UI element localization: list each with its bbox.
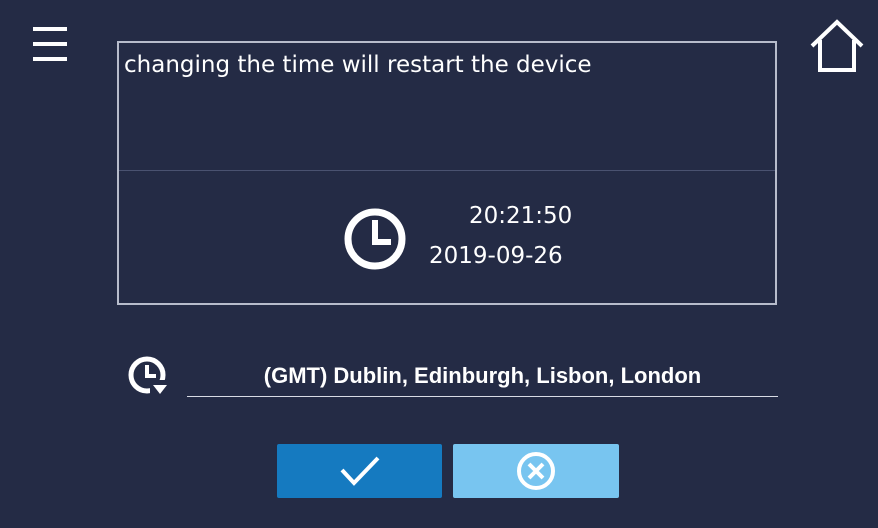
cancel-button[interactable] <box>453 444 619 498</box>
hamburger-menu-icon[interactable] <box>30 24 70 66</box>
confirm-button[interactable] <box>277 444 442 498</box>
current-time[interactable]: 20:21:50 <box>469 202 572 230</box>
timezone-clock-dropdown-icon[interactable] <box>126 354 172 400</box>
clock-icon <box>341 205 409 273</box>
time-info-panel: changing the time will restart the devic… <box>117 41 777 305</box>
timezone-select[interactable]: (GMT) Dublin, Edinburgh, Lisbon, London <box>187 356 778 397</box>
current-date[interactable]: 2019-09-26 <box>429 242 563 270</box>
close-circle-icon <box>517 452 555 490</box>
panel-divider <box>119 170 775 171</box>
checkmark-icon <box>340 456 379 486</box>
timezone-value: (GMT) Dublin, Edinburgh, Lisbon, London <box>263 363 702 388</box>
home-icon[interactable] <box>808 18 866 74</box>
restart-warning-text: changing the time will restart the devic… <box>124 52 592 78</box>
